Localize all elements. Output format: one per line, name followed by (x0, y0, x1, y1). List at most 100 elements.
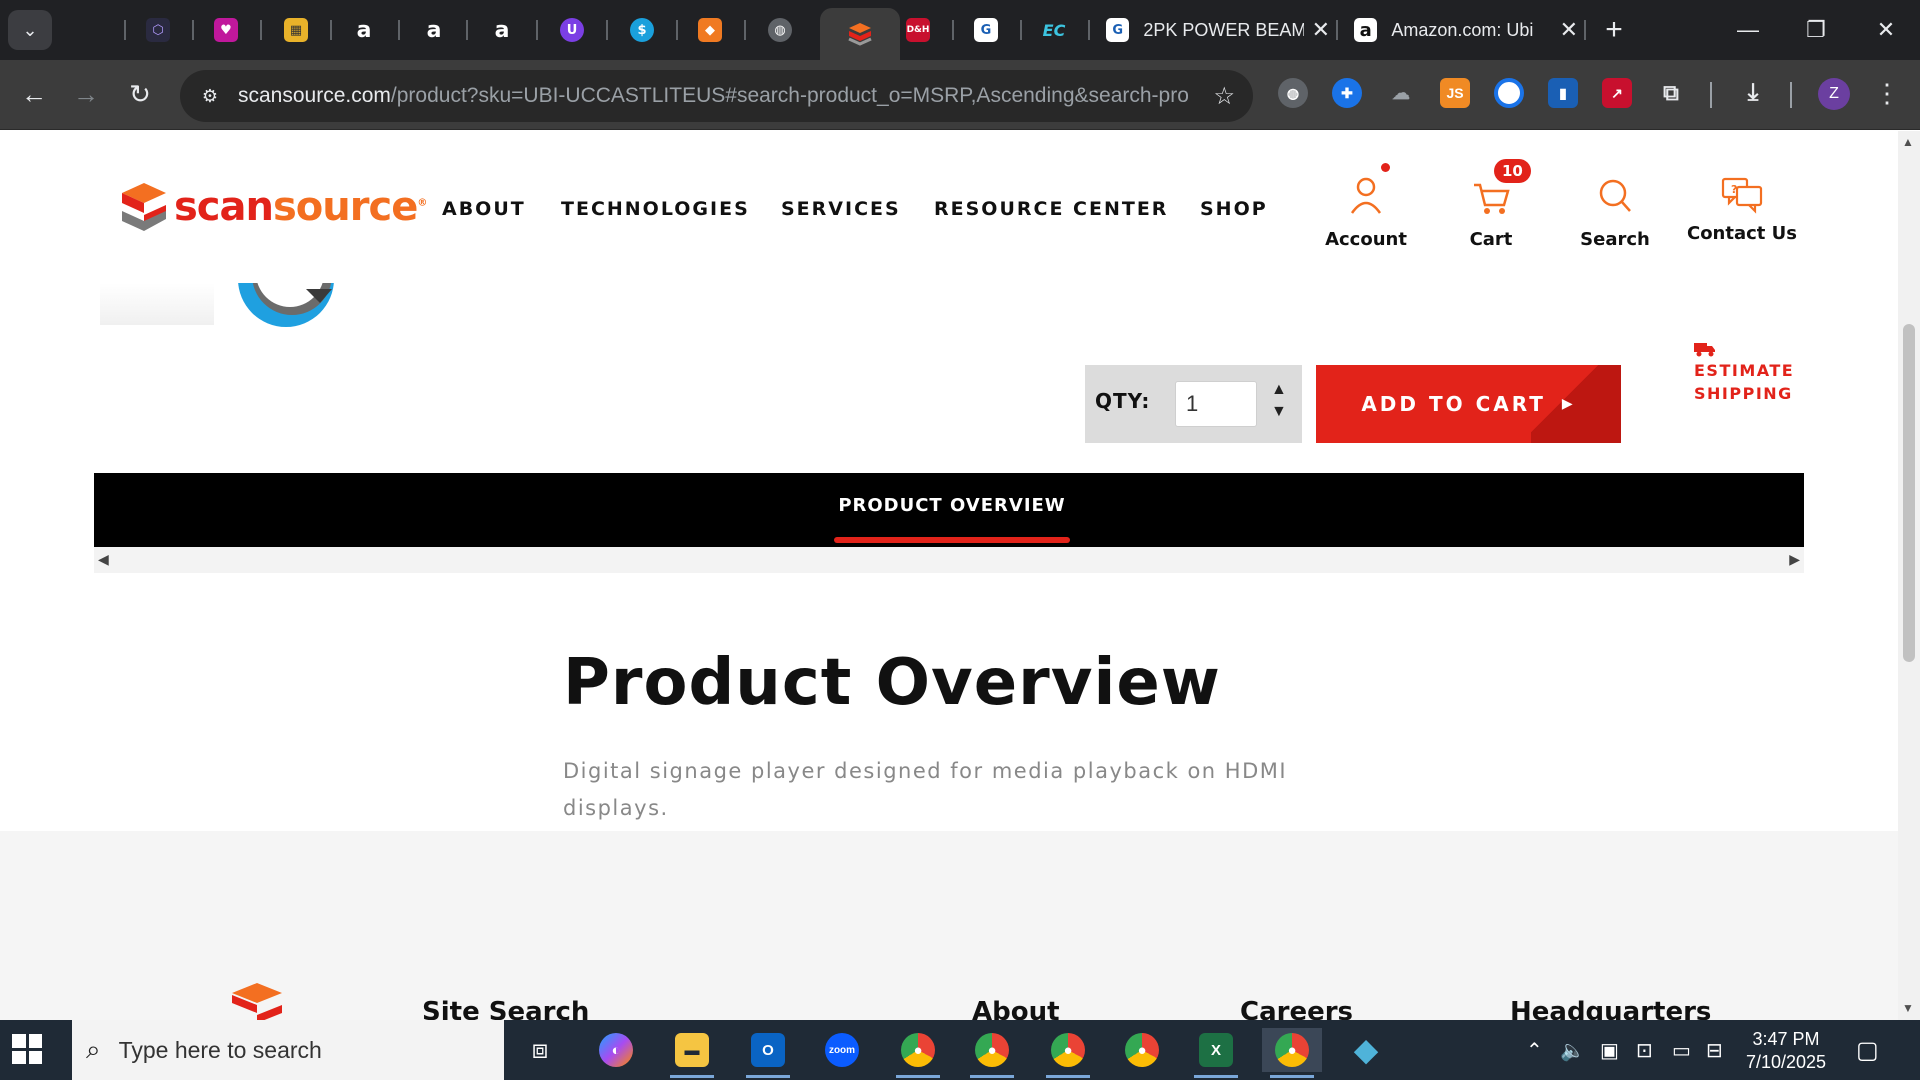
add-to-cart-button[interactable]: ADD TO CART ▶ (1316, 365, 1621, 443)
arrow-extension-icon[interactable]: ↗ (1602, 78, 1632, 108)
chrome-icon[interactable]: ● (1112, 1028, 1172, 1072)
scroll-left-icon[interactable]: ◀ (98, 551, 109, 568)
browser-tab-bar: ⌄ ⬡ ♥ ▦ a a a U $ ◆ ◍ D&H G EC G 2PK POW… (0, 0, 1920, 60)
cart-link[interactable]: 10 Cart (1436, 159, 1546, 250)
windows-start-icon[interactable] (12, 1034, 42, 1064)
close-icon[interactable]: ✕ (1560, 17, 1578, 43)
more-menu-icon[interactable]: ⋮ (1874, 78, 1900, 109)
minimize-icon[interactable]: — (1718, 8, 1778, 52)
restore-icon[interactable]: ❐ (1786, 8, 1846, 52)
orange-cube-icon: ◆ (698, 18, 722, 42)
tab-2pk-power-beam[interactable]: G 2PK POWER BEAM ✕ (1094, 10, 1330, 50)
quantity-input[interactable] (1175, 381, 1257, 427)
cart-count-badge: 10 (1494, 159, 1531, 183)
plus-extension-icon[interactable]: ✚ (1332, 78, 1362, 108)
chrome-active-profile-icon[interactable]: ● (1262, 1028, 1322, 1078)
excel-icon[interactable]: X (1186, 1028, 1246, 1078)
scroll-down-icon[interactable]: ▼ (1902, 1001, 1914, 1015)
address-bar[interactable]: ⚙ scansource.com/product?sku=UBI-UCCASTL… (180, 70, 1253, 122)
download-icon[interactable]: ⤓ (1738, 78, 1768, 108)
active-tab-scansource[interactable] (820, 8, 900, 60)
product-overview-heading: Product Overview (563, 646, 1221, 720)
profile-avatar[interactable]: Z (1818, 78, 1850, 110)
close-icon[interactable]: ✕ (1312, 17, 1330, 43)
reload-icon[interactable]: ↻ (120, 74, 160, 114)
pinned-tab-dh[interactable]: D&H (900, 12, 936, 48)
url-text[interactable]: scansource.com/product?sku=UBI-UCCASTLIT… (238, 84, 1188, 108)
estimate-shipping-link[interactable]: ESTIMATE SHIPPING (1694, 341, 1804, 405)
nav-resource-center[interactable]: RESOURCE CENTER (934, 198, 1168, 220)
product-thumbnail[interactable] (100, 283, 214, 325)
pinned-tab-ec[interactable]: EC (1036, 12, 1072, 48)
window-close-icon[interactable]: ✕ (1856, 8, 1916, 52)
chart-extension-icon[interactable]: ▮ (1548, 78, 1578, 108)
tab-search-chevron-icon[interactable]: ⌄ (8, 10, 52, 50)
outlook-icon[interactable]: O (738, 1028, 798, 1078)
globe-extension-icon[interactable]: ◍ (1278, 78, 1308, 108)
chrome-profile-3-icon[interactable]: ● (1038, 1028, 1098, 1078)
file-explorer-icon[interactable]: ▬ (662, 1028, 722, 1078)
network-icon[interactable]: ⊟ (1706, 1038, 1723, 1063)
search-icon (1599, 179, 1631, 212)
circle-extension-icon[interactable] (1494, 78, 1524, 108)
pinned-tab-amazon-3[interactable]: a (484, 12, 520, 48)
scroll-right-icon[interactable]: ▶ (1789, 551, 1800, 568)
nav-technologies[interactable]: TECHNOLOGIES (561, 198, 750, 220)
forward-arrow-icon[interactable]: → (66, 74, 106, 114)
scroll-up-icon[interactable]: ▲ (1902, 135, 1914, 149)
chrome-profile-1-icon[interactable]: ● (888, 1028, 948, 1078)
puzzle-extensions-icon[interactable]: ⧉ (1656, 78, 1686, 108)
pinned-tab-amazon-2[interactable]: a (416, 12, 452, 48)
pinned-tab-heart[interactable]: ♥ (208, 12, 244, 48)
cloud-extension-icon[interactable]: ☁ (1386, 78, 1416, 108)
volume-icon[interactable]: 🔈 (1560, 1038, 1585, 1063)
new-tab-plus-icon[interactable]: + (1596, 12, 1632, 48)
pinned-tab-cube[interactable]: ⬡ (140, 12, 176, 48)
screen-record-icon[interactable]: ⊡ (1636, 1038, 1653, 1063)
product-thumbnail[interactable] (236, 283, 336, 329)
tab-divider (398, 20, 400, 40)
tray-expand-icon[interactable]: ⌃ (1526, 1038, 1543, 1063)
user-icon (1350, 177, 1382, 214)
qty-increment-icon[interactable]: ▲ (1271, 381, 1287, 399)
bookmark-star-icon[interactable]: ☆ (1213, 82, 1235, 111)
pinned-tab-g[interactable]: G (968, 12, 1004, 48)
url-path: /product?sku=UBI-UCCASTLITEUS#search-pro… (390, 84, 1188, 107)
js-extension-icon[interactable]: JS (1440, 78, 1470, 108)
tab-product-overview[interactable]: PRODUCT OVERVIEW (834, 473, 1070, 547)
chrome-profile-2-icon[interactable]: ● (962, 1028, 1022, 1078)
svg-text:?: ? (1731, 183, 1737, 196)
search-link[interactable]: Search (1560, 159, 1670, 250)
pinned-tab-orange-cube[interactable]: ◆ (692, 12, 728, 48)
qty-decrement-icon[interactable]: ▼ (1271, 403, 1287, 421)
nav-about[interactable]: ABOUT (442, 198, 526, 220)
chat-bubbles-icon: ? (1721, 177, 1763, 214)
pinned-tab-u[interactable]: U (554, 12, 590, 48)
site-settings-icon[interactable]: ⚙ (196, 82, 224, 110)
system-clock[interactable]: 3:47 PM 7/10/2025 (1738, 1028, 1834, 1074)
diamond-app-icon[interactable]: ◆ (1336, 1028, 1396, 1072)
pinned-tab-globe[interactable]: ◍ (762, 12, 798, 48)
back-arrow-icon[interactable]: ← (14, 74, 54, 114)
copilot-icon[interactable]: ◐ (586, 1028, 646, 1072)
nav-shop[interactable]: SHOP (1200, 198, 1268, 220)
nav-services[interactable]: SERVICES (781, 198, 901, 220)
page-scrollbar[interactable]: ▲ ▼ (1898, 131, 1920, 1020)
account-link[interactable]: Account (1311, 159, 1421, 250)
tab-amazon[interactable]: a Amazon.com: Ubi ✕ (1342, 10, 1578, 50)
zoom-icon[interactable]: zoom (812, 1028, 872, 1072)
pinned-tab-amazon-1[interactable]: a (346, 12, 382, 48)
pinned-tab-box[interactable]: ▦ (278, 12, 314, 48)
task-view-icon[interactable]: ⧈ (510, 1028, 570, 1072)
scansource-logo[interactable]: scansource® (120, 181, 427, 233)
scansource-footer-logo-icon[interactable] (230, 981, 284, 1020)
tab-strip-scrollbar[interactable]: ◀ ▶ (94, 547, 1804, 573)
battery-icon[interactable]: ▭ (1672, 1038, 1691, 1063)
meet-now-icon[interactable]: ▣ (1600, 1038, 1619, 1063)
account-icon-wrap (1311, 159, 1421, 215)
notification-center-icon[interactable]: ▢ (1856, 1036, 1879, 1065)
pinned-tab-dollar[interactable]: $ (624, 12, 660, 48)
contact-us-link[interactable]: ? Contact Us (1684, 159, 1800, 244)
taskbar-search-box[interactable]: ⌕ Type here to search (72, 1020, 504, 1080)
scroll-thumb[interactable] (1903, 324, 1915, 662)
